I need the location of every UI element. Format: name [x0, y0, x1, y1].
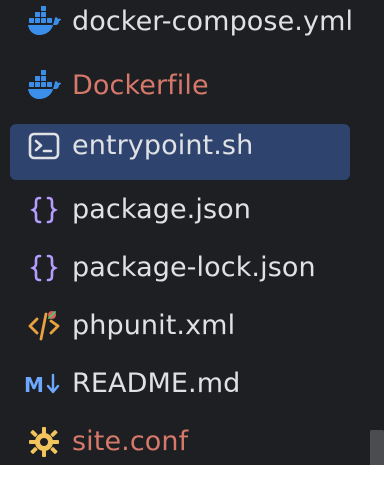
docker-icon: [24, 66, 64, 106]
tree-item-readme-md[interactable]: M README.md: [0, 360, 370, 408]
tree-item-entrypoint-sh[interactable]: entrypoint.sh: [0, 122, 370, 180]
tree-item-dockerfile[interactable]: Dockerfile: [0, 62, 370, 110]
tree-item-label: entrypoint.sh: [72, 130, 254, 161]
svg-text:M: M: [24, 373, 44, 397]
tree-item-label: package-lock.json: [72, 252, 316, 283]
tree-item-label: README.md: [72, 368, 241, 399]
tree-item-label: Dockerfile: [72, 70, 209, 101]
docker-icon: [24, 2, 64, 42]
tree-item-label: phpunit.xml: [72, 310, 236, 341]
xml-tag-icon: [24, 306, 64, 346]
project-tree: docker-compose.yml Dockerfile entrypoint…: [0, 0, 370, 477]
json-braces-icon: [24, 248, 64, 288]
tree-item-package-lock-json[interactable]: package-lock.json: [0, 244, 370, 292]
window-edge-bottom: [0, 465, 392, 477]
tree-item-docker-compose[interactable]: docker-compose.yml: [0, 0, 370, 46]
json-braces-icon: [24, 190, 64, 230]
tree-item-label: docker-compose.yml: [72, 6, 354, 37]
project-tree-panel: docker-compose.yml Dockerfile entrypoint…: [0, 0, 392, 477]
gear-config-icon: [24, 422, 64, 462]
tree-item-site-conf[interactable]: site.conf: [0, 418, 370, 466]
tree-item-package-json[interactable]: package.json: [0, 186, 370, 234]
tree-item-label: site.conf: [72, 426, 189, 457]
tree-item-label: package.json: [72, 194, 251, 225]
terminal-icon: [24, 126, 64, 166]
markdown-icon: M: [24, 364, 64, 404]
tree-item-phpunit-xml[interactable]: phpunit.xml: [0, 302, 370, 350]
window-edge-right: [384, 0, 392, 477]
